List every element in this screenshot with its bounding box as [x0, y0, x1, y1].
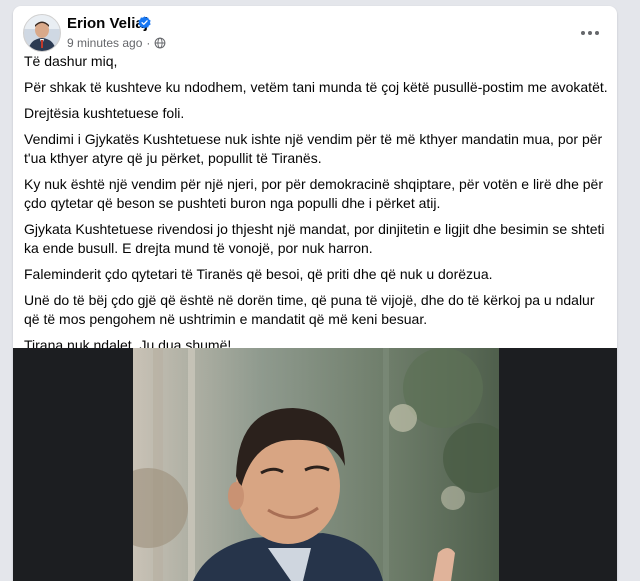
post-paragraph: Ky nuk është një vendim për një njeri, p… — [24, 176, 603, 211]
avatar-image — [24, 15, 60, 51]
post-media[interactable] — [13, 348, 617, 581]
verified-badge-icon — [138, 16, 151, 29]
more-options-button[interactable] — [575, 18, 605, 48]
more-horizontal-icon — [581, 31, 599, 35]
post-paragraph: Të dashur miq, — [24, 53, 118, 69]
post-paragraph: Drejtësia kushtetuese foli. — [24, 105, 185, 121]
globe-icon[interactable] — [154, 37, 166, 49]
photo-image — [133, 348, 499, 581]
author-avatar[interactable] — [23, 14, 61, 52]
post-text: Të dashur miq, Për shkak të kushteve ku … — [24, 52, 609, 362]
post-meta: 9 minutes ago · — [67, 36, 166, 50]
post-timestamp[interactable]: 9 minutes ago — [67, 36, 142, 50]
post-photo[interactable] — [133, 348, 499, 581]
post-paragraph: Vendimi i Gjykatës Kushtetuese nuk ishte… — [24, 131, 603, 166]
post-paragraph: Gjykata Kushtetuese rivendosi jo thjesht… — [24, 221, 605, 256]
post-paragraph: Për shkak të kushteve ku ndodhem, vetëm … — [24, 79, 608, 95]
post-paragraph: Unë do të bëj çdo gjë që është në dorën … — [24, 292, 595, 327]
post-paragraph: Faleminderit çdo qytetari të Tiranës që … — [24, 266, 493, 282]
author-name[interactable]: Erion Veliaj — [67, 15, 148, 32]
meta-separator: · — [146, 36, 151, 50]
post-header: Erion Veliaj 9 minutes ago · — [13, 6, 617, 56]
post-card: Erion Veliaj 9 minutes ago · Të dashur m… — [13, 6, 617, 581]
